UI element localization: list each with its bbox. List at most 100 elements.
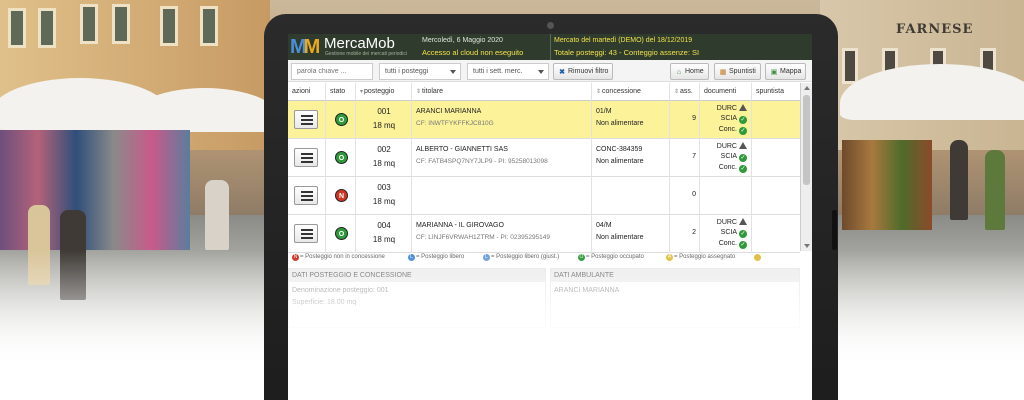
- doc-scia[interactable]: SCIA ✓: [721, 153, 747, 162]
- posteggio-area: 18 mq: [372, 235, 396, 244]
- table-row[interactable]: O 001 18 mq ARANCI MARIANNA CF: INWTFYKF…: [288, 101, 800, 139]
- home-label: Home: [685, 68, 704, 75]
- panel-posteggio-denominazione: Denominazione posteggio: 001: [292, 287, 389, 294]
- spuntisti-label: Spuntisti: [729, 68, 756, 75]
- table-row[interactable]: N 003 18 mq 0: [288, 177, 800, 215]
- scrollbar-thumb[interactable]: [803, 95, 810, 185]
- table-header: azioni stato ▾posteggio ⇕titolare ⇕conce…: [288, 83, 800, 101]
- spuntista-cell: [752, 139, 800, 177]
- status-badge: O: [335, 227, 348, 240]
- close-icon: ✖: [559, 69, 565, 76]
- col-posteggio[interactable]: ▾posteggio: [356, 83, 412, 101]
- col-titolare[interactable]: ⇕titolare: [412, 83, 592, 101]
- concessione-code: 04/M: [596, 222, 612, 229]
- status-badge: O: [335, 151, 348, 164]
- toolbar: tutti i posteggi tutti i sett. merc. ✖Ri…: [288, 60, 812, 82]
- legend-item-free: L = Posteggio libero: [408, 254, 464, 261]
- warning-icon: [739, 104, 747, 111]
- row-menu-button[interactable]: [294, 110, 318, 129]
- assenze-count: 2: [692, 229, 696, 236]
- posteggio-area: 18 mq: [372, 121, 396, 130]
- legend-item-not-conc: N = Posteggio non in concessione: [292, 254, 385, 261]
- settori-filter-select[interactable]: tutti i sett. merc.: [467, 63, 549, 80]
- legend-item-extra: [754, 254, 762, 263]
- col-ass[interactable]: ⇕ass.: [670, 83, 700, 101]
- map-icon: ▣: [770, 69, 778, 76]
- remove-filter-button[interactable]: ✖ Rimuovi filtro: [553, 63, 614, 80]
- mappa-button[interactable]: ▣ Mappa: [765, 63, 807, 80]
- scroll-up-icon[interactable]: [804, 86, 810, 90]
- legend-item-assigned: A = Posteggio assegnato: [666, 254, 736, 261]
- titolare-name: ALBERTO - GIANNETTI SAS: [416, 146, 508, 153]
- concessione-type: Non alimentare: [596, 158, 644, 165]
- panel-ambulante: DATI AMBULANTE ARANCI MARIANNA: [550, 268, 800, 328]
- spuntista-cell: [752, 177, 800, 215]
- row-menu-button[interactable]: [294, 224, 318, 243]
- panel-posteggio-title: DATI POSTEGGIO E CONCESSIONE: [289, 269, 545, 282]
- mappa-label: Mappa: [780, 68, 802, 75]
- tablet-side-button: [832, 210, 837, 250]
- market-name: Mercato del martedì (DEMO) del 18/12/201…: [554, 37, 693, 44]
- col-concessione[interactable]: ⇕concessione: [592, 83, 670, 101]
- assenze-count: 0: [692, 191, 696, 198]
- panel-posteggio: DATI POSTEGGIO E CONCESSIONE Denominazio…: [288, 268, 546, 328]
- logo-mm-icon: MM: [290, 36, 321, 58]
- posteggi-filter-value: tutti i posteggi: [385, 68, 429, 75]
- doc-conc[interactable]: Conc. ✓: [719, 240, 747, 249]
- doc-conc[interactable]: Conc. ✓: [719, 164, 747, 173]
- col-stato[interactable]: stato: [326, 83, 356, 101]
- posteggio-area: 18 mq: [372, 197, 396, 206]
- spuntista-cell: [752, 215, 800, 253]
- concessione-type: Non alimentare: [596, 120, 644, 127]
- chevron-down-icon: [450, 70, 456, 74]
- posteggio-number: 001: [377, 107, 391, 116]
- concessione-code: 01/M: [596, 108, 612, 115]
- search-input[interactable]: [291, 63, 373, 80]
- col-documenti: documenti: [700, 83, 752, 101]
- sign-farnese: FARNESE: [896, 22, 974, 37]
- titolare-cell: [412, 177, 592, 215]
- posteggio-number: 003: [377, 183, 391, 192]
- calendar-icon: ▦: [719, 69, 727, 76]
- status-lg-icon: L: [483, 254, 490, 261]
- panel-ambulante-name: ARANCI MARIANNA: [554, 287, 620, 294]
- app-screen: MM MercaMob Gestione mobile dei mercati …: [288, 34, 812, 400]
- titolare-codes: CF: LINJF6VRWAH1ZTRM - PI: 02395295149: [416, 234, 551, 241]
- sort-desc-icon: ▾: [360, 89, 364, 95]
- doc-durc[interactable]: DURC: [717, 218, 747, 226]
- doc-scia[interactable]: SCIA ✓: [721, 229, 747, 238]
- legend-item-free-just: L = Posteggio libero (giust.): [483, 254, 559, 261]
- status-a-icon: A: [666, 254, 673, 261]
- titolare-codes: CF: FATB4SPQ7NY7JLP9 - PI: 95258013098: [416, 158, 548, 165]
- status-badge: N: [335, 189, 348, 202]
- assenze-count: 9: [692, 115, 696, 122]
- row-menu-button[interactable]: [294, 148, 318, 167]
- spuntista-cell: [752, 101, 800, 139]
- table-row[interactable]: O 002 18 mq ALBERTO - GIANNETTI SAS CF: …: [288, 139, 800, 177]
- spuntisti-button[interactable]: ▦ Spuntisti: [714, 63, 761, 80]
- table-row[interactable]: O 004 18 mq MARIANNA - IL GIROVAGO CF: L…: [288, 215, 800, 253]
- home-button[interactable]: ⌂ Home: [670, 63, 709, 80]
- check-icon: ✓: [739, 241, 747, 249]
- doc-durc[interactable]: DURC: [717, 104, 747, 112]
- col-azioni: azioni: [288, 83, 326, 101]
- status-o-icon: O: [578, 254, 585, 261]
- sort-icon: ⇕: [416, 89, 422, 95]
- posteggi-filter-select[interactable]: tutti i posteggi: [379, 63, 461, 80]
- documenti-cell: [700, 177, 752, 215]
- doc-conc[interactable]: Conc. ✓: [719, 126, 747, 135]
- home-icon: ⌂: [676, 69, 682, 76]
- doc-durc[interactable]: DURC: [717, 142, 747, 150]
- app-header: MM MercaMob Gestione mobile dei mercati …: [288, 34, 812, 60]
- scroll-down-icon[interactable]: [804, 244, 810, 248]
- warning-icon: [739, 142, 747, 149]
- titolare-name: ARANCI MARIANNA: [416, 108, 482, 115]
- warning-icon: [739, 218, 747, 225]
- row-menu-button[interactable]: [294, 186, 318, 205]
- concessione-type: Non alimentare: [596, 234, 644, 241]
- table-scrollbar[interactable]: [800, 83, 812, 251]
- doc-scia[interactable]: SCIA ✓: [721, 115, 747, 124]
- header-divider: [550, 34, 551, 60]
- cloud-status[interactable]: Accesso al cloud non eseguito: [422, 48, 523, 57]
- app-logo[interactable]: MM MercaMob Gestione mobile dei mercati …: [290, 36, 420, 59]
